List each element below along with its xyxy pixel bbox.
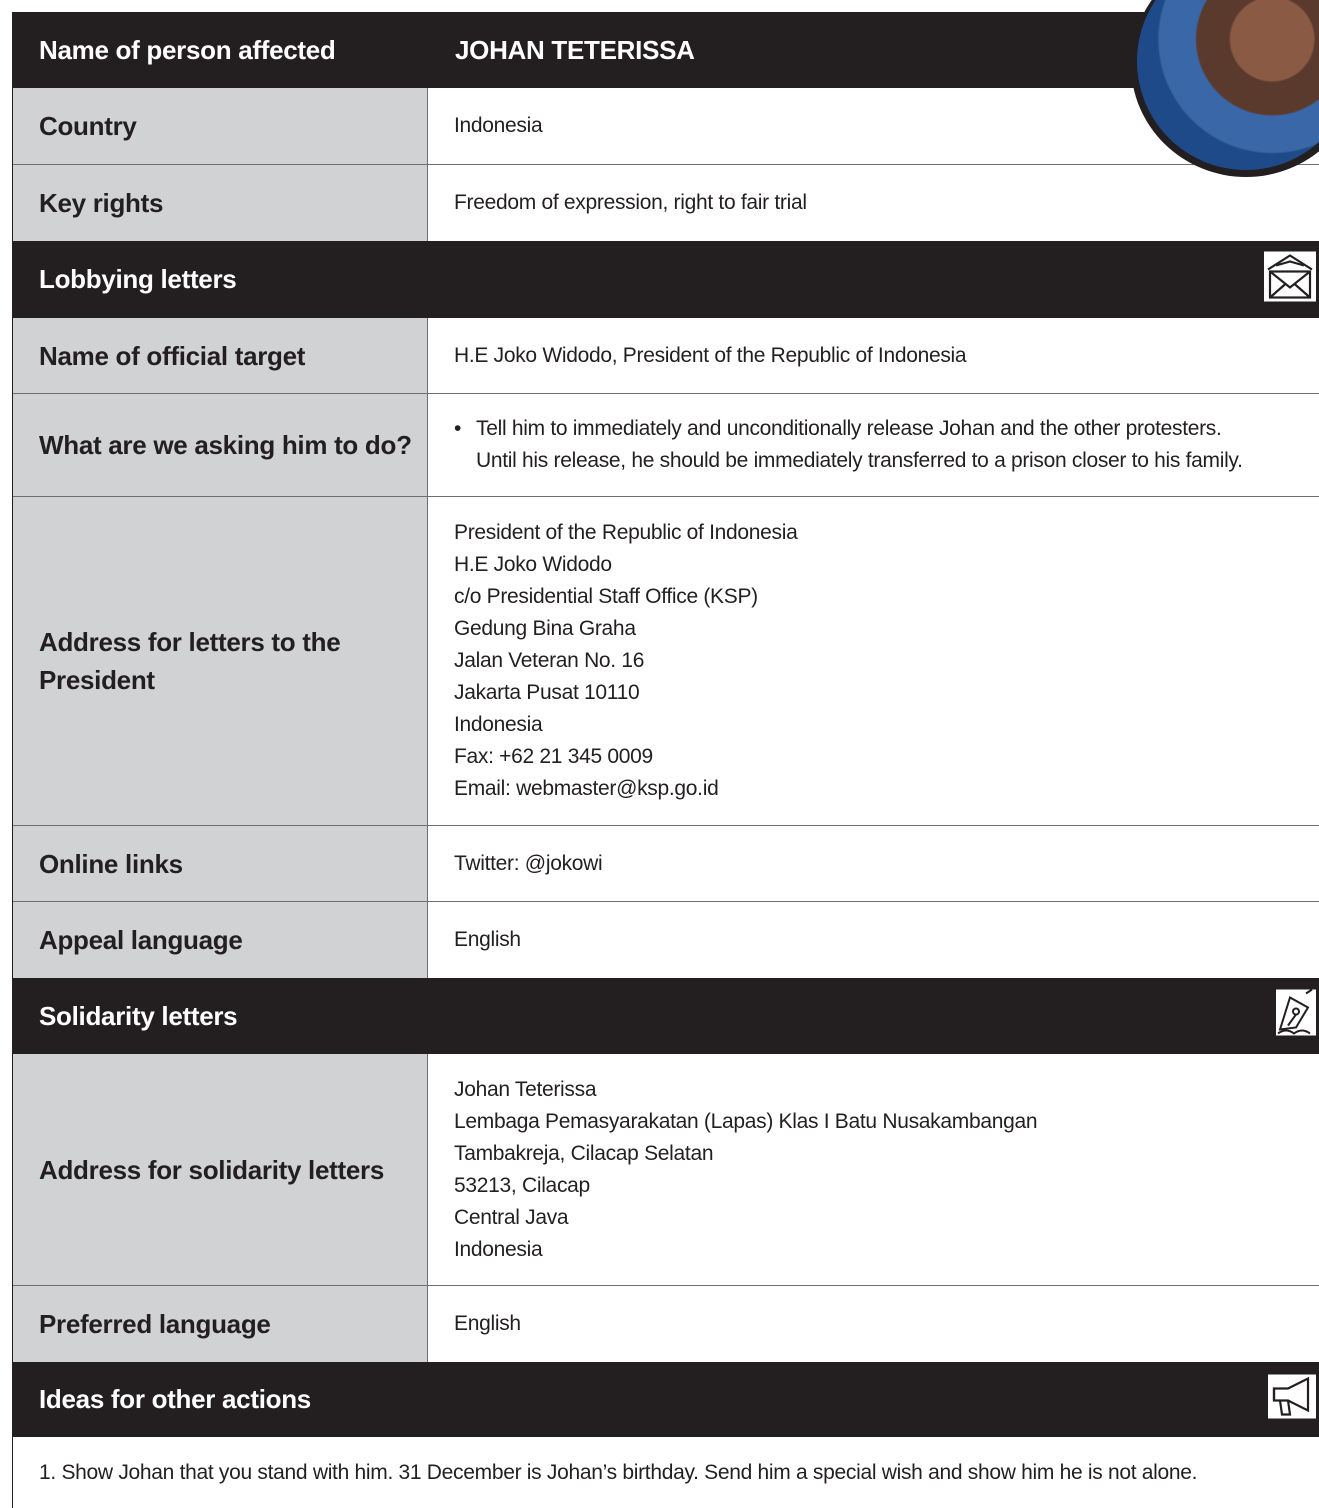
- other-actions-item-1: 1. Show Johan that you stand with him. 3…: [39, 1460, 1198, 1484]
- solidarity-section-header: Solidarity letters: [13, 978, 1319, 1054]
- appeal-language-row: Appeal language English: [13, 902, 1319, 978]
- president-address-label: Address for letters to the President: [13, 497, 428, 825]
- ask-label: What are we asking him to do?: [13, 394, 428, 496]
- address-line: 53213, Cilacap: [454, 1173, 590, 1197]
- ask-line-1: Tell him to immediately and unconditiona…: [476, 417, 1222, 440]
- appeal-language-label: Appeal language: [13, 902, 428, 978]
- ask-bullet-item: • Tell him to immediately and unconditio…: [454, 413, 1243, 477]
- ask-row: What are we asking him to do? • Tell him…: [13, 394, 1319, 497]
- address-line: Gedung Bina Graha: [454, 617, 636, 640]
- fax-line: Fax: +62 21 345 0009: [454, 745, 653, 768]
- other-actions-section-header: Ideas for other actions: [13, 1362, 1319, 1437]
- online-links-row: Online links Twitter: @jokowi: [13, 826, 1319, 902]
- address-line: Jakarta Pusat 10110: [454, 681, 640, 704]
- preferred-language-value: English: [454, 1312, 521, 1335]
- other-actions-title: Ideas for other actions: [39, 1384, 311, 1414]
- address-line: Jalan Veteran No. 16: [454, 649, 645, 672]
- appeal-language-value: English: [454, 928, 521, 951]
- address-line: Johan Teterissa: [454, 1077, 597, 1101]
- person-header-row: Name of person affected JOHAN TETERISSA: [13, 12, 1319, 88]
- key-rights-row: Key rights Freedom of expression, right …: [13, 165, 1319, 241]
- address-line: Indonesia: [454, 713, 543, 736]
- person-name: JOHAN TETERISSA: [455, 34, 695, 65]
- online-links-value: Twitter: @jokowi: [454, 851, 603, 875]
- address-line: Central Java: [454, 1205, 569, 1229]
- preferred-language-label: Preferred language: [13, 1286, 428, 1362]
- online-links-label: Online links: [13, 826, 428, 901]
- solidarity-address-row: Address for solidarity letters Johan Tet…: [13, 1054, 1319, 1286]
- solidarity-address-value: Johan Teterissa Lembaga Pemasyarakatan (…: [428, 1054, 1319, 1285]
- solidarity-address-label: Address for solidarity letters: [13, 1054, 428, 1285]
- envelope-icon: [1264, 251, 1316, 308]
- country-row: Country Indonesia: [13, 88, 1319, 165]
- solidarity-title: Solidarity letters: [39, 1000, 238, 1031]
- address-line: Indonesia: [454, 1237, 543, 1261]
- address-line: c/o Presidential Staff Office (KSP): [454, 585, 758, 608]
- email-line: Email: webmaster@ksp.go.id: [454, 777, 719, 800]
- ask-line-2: Until his release, he should be immediat…: [476, 449, 1243, 472]
- official-target-value: H.E Joko Widodo, President of the Republ…: [454, 343, 967, 367]
- lobbying-section-header: Lobbying letters: [13, 241, 1319, 318]
- address-line: H.E Joko Widodo: [454, 553, 612, 576]
- official-target-row: Name of official target H.E Joko Widodo,…: [13, 318, 1319, 394]
- president-address-value: President of the Republic of Indonesia H…: [428, 497, 1319, 825]
- official-target-label: Name of official target: [13, 318, 428, 393]
- person-photo-image: [1137, 0, 1319, 170]
- address-line: Lembaga Pemasyarakatan (Lapas) Klas I Ba…: [454, 1109, 1038, 1133]
- president-address-row: Address for letters to the President Pre…: [13, 497, 1319, 826]
- lobbying-title: Lobbying letters: [39, 264, 237, 294]
- address-line: President of the Republic of Indonesia: [454, 521, 798, 544]
- key-rights-label: Key rights: [13, 165, 428, 241]
- person-label: Name of person affected: [39, 34, 336, 65]
- megaphone-icon: [1268, 1374, 1316, 1425]
- ask-value: • Tell him to immediately and unconditio…: [428, 394, 1319, 496]
- address-line: Tambakreja, Cilacap Selatan: [454, 1141, 714, 1165]
- bullet-dot: •: [454, 417, 462, 440]
- key-rights-value: Freedom of expression, right to fair tri…: [454, 191, 807, 214]
- country-label: Country: [13, 88, 428, 164]
- pen-nib-icon: [1276, 988, 1316, 1043]
- appeal-sheet: Name of person affected JOHAN TETERISSA …: [12, 0, 1319, 1508]
- preferred-language-row: Preferred language English: [13, 1286, 1319, 1362]
